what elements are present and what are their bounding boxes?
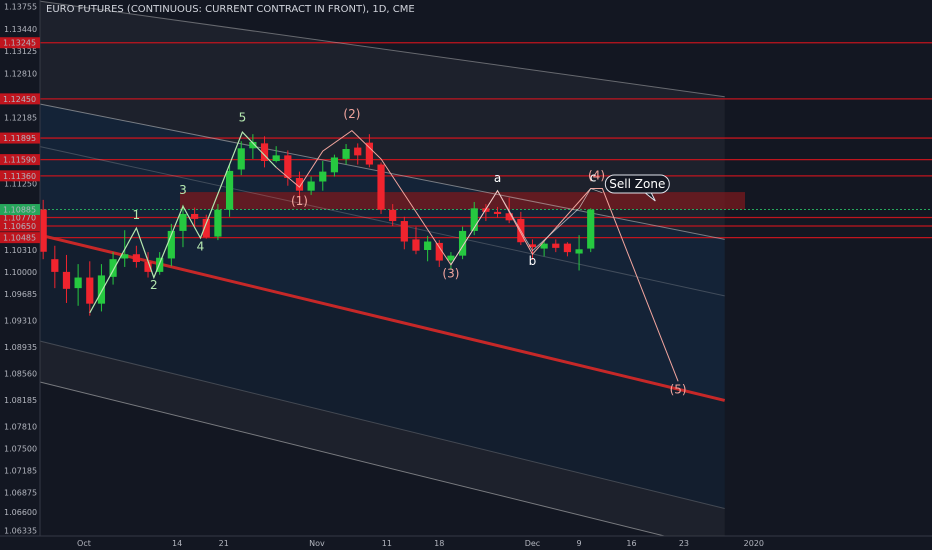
red-wave-label: (2): [343, 107, 360, 121]
candle-body: [295, 177, 304, 191]
candle-body: [330, 157, 339, 173]
price-tick-label: 1.07810: [4, 423, 37, 432]
candle-body: [400, 221, 408, 242]
time-tick-label: 9: [577, 539, 582, 548]
candle-body: [74, 277, 82, 289]
price-tick-label: 1.09310: [4, 317, 37, 326]
time-axis[interactable]: Oct 14 21 Nov 11 18 Dec 9 16 23 2020: [0, 535, 932, 550]
red-wave-label: (5): [670, 382, 687, 396]
price-chart[interactable]: 12345(1)(2)(3)(4)(5)abc Sell Zone 1.1375…: [0, 0, 932, 550]
time-tick-label: Oct: [77, 539, 91, 548]
candle-body: [389, 209, 397, 222]
price-tick-label: 1.06875: [4, 489, 37, 498]
time-tick-label: Nov: [309, 539, 325, 548]
time-tick-label: 21: [219, 539, 229, 548]
price-tick-label: 1.10310: [4, 246, 37, 255]
candle-body: [587, 209, 595, 249]
price-axis[interactable]: 1.13755 1.13440 1.13125 1.12810 1.12185 1.115…: [0, 0, 41, 550]
time-tick-label: Dec: [525, 539, 540, 548]
candle-body: [191, 213, 199, 219]
candle-body: [51, 259, 59, 272]
price-level-label: 1.13245: [3, 39, 36, 48]
candle-body: [377, 164, 385, 210]
red-wave-label: (3): [442, 267, 459, 281]
candle-body: [179, 213, 187, 231]
time-tick-label: 18: [434, 539, 444, 548]
green-wave-label: 1: [133, 208, 141, 222]
time-tick-label: 16: [626, 539, 636, 548]
price-level-label: 1.11590: [3, 156, 36, 165]
candle-body: [552, 243, 560, 248]
price-level-label: 1.10650: [3, 222, 36, 231]
candle-body: [319, 171, 327, 182]
candle-body: [424, 241, 432, 250]
price-tick-label: 1.07185: [4, 467, 37, 476]
price-tick-label: 1.09685: [4, 290, 37, 299]
candle-body: [62, 271, 71, 289]
price-tick-label: 1.12810: [4, 69, 37, 78]
candle-body: [237, 148, 245, 170]
candle-body: [97, 275, 106, 304]
candle-body: [575, 249, 583, 254]
red-wave-label: (1): [291, 194, 308, 208]
candle-body: [458, 230, 467, 256]
price-level-label: 1.11895: [3, 134, 36, 143]
time-tick-label: 2020: [744, 539, 764, 548]
last-price-label: 1.10885: [3, 206, 36, 215]
candle-body: [365, 142, 373, 165]
chart-title: EURO FUTURES (CONTINUOUS: CURRENT CONTRA…: [46, 4, 415, 15]
green-wave-label: 5: [239, 110, 247, 124]
candle-body: [354, 147, 362, 156]
candle-body: [447, 255, 455, 261]
candle-body: [86, 277, 94, 304]
price-tick-label: 1.13125: [4, 47, 37, 56]
abc-wave-label: a: [494, 171, 501, 185]
time-tick-label: 23: [679, 539, 689, 548]
green-wave-label: 2: [150, 278, 158, 292]
sell-zone-area: [179, 192, 746, 210]
price-tick-label: 1.12185: [4, 114, 37, 123]
candle-body: [493, 211, 502, 214]
price-level-label: 1.11360: [3, 172, 36, 181]
candle-body: [225, 170, 234, 210]
candle-body: [272, 155, 280, 162]
sell-zone-rect: [179, 192, 746, 210]
abc-wave-label: b: [529, 254, 537, 268]
green-wave-label: 3: [179, 183, 187, 197]
green-wave-label: 4: [197, 240, 205, 254]
price-tick-label: 1.08935: [4, 343, 37, 352]
time-axis-bg: [0, 536, 932, 550]
time-tick-label: 14: [172, 539, 182, 548]
time-tick-label: 11: [382, 539, 392, 548]
abc-wave-label: c: [590, 170, 597, 184]
price-tick-label: 1.10000: [4, 268, 37, 277]
price-tick-label: 1.06335: [4, 527, 37, 536]
price-tick-label: 1.13440: [4, 25, 37, 34]
callout-text: Sell Zone: [609, 177, 665, 191]
candle-body: [132, 254, 140, 262]
price-tick-label: 1.07500: [4, 444, 37, 453]
candle-body: [563, 243, 572, 253]
candle-body: [214, 209, 222, 237]
price-level-label: 1.10485: [3, 234, 36, 243]
candle-body: [39, 209, 47, 252]
price-tick-label: 1.08185: [4, 396, 37, 405]
price-tick-label: 1.13755: [4, 3, 37, 12]
candle-body: [342, 149, 350, 159]
price-tick-label: 1.08560: [4, 370, 37, 379]
price-level-label: 1.12450: [3, 95, 36, 104]
price-tick-label: 1.06600: [4, 508, 37, 517]
candle-body: [307, 181, 315, 191]
candle-body: [412, 239, 420, 251]
